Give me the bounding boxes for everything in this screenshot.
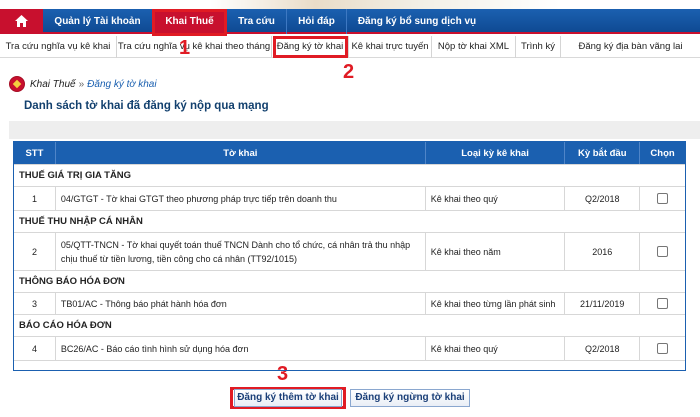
row-select-cell: [640, 337, 685, 360]
nav-lookup[interactable]: Tra cứu: [227, 9, 287, 34]
row-select-checkbox[interactable]: [657, 193, 669, 204]
row-select-cell: [640, 187, 685, 210]
step-number-1: 1: [179, 37, 191, 59]
table-header: STT Tờ khai Loại kỳ kê khai Kỳ bắt đầu C…: [14, 142, 685, 164]
table-footer-spacer: [14, 360, 685, 370]
page-title: Danh sách tờ khai đã đăng ký nộp qua mạn…: [24, 100, 269, 112]
group-header-invoice-report: BÁO CÁO HÓA ĐƠN: [14, 314, 685, 336]
row-stt: 4: [14, 337, 56, 360]
header-banner-strip: [0, 0, 700, 9]
main-nav: Quản lý Tài khoản Khai Thuế Tra cứu Hỏi …: [0, 9, 700, 34]
header-form: Tờ khai: [56, 142, 426, 164]
sub-nav: Tra cứu nghĩa vụ kê khai Tra cứu nghĩa v…: [0, 36, 700, 58]
step-number-2: 2: [343, 61, 355, 83]
table-row: 1 04/GTGT - Tờ khai GTGT theo phương phá…: [14, 186, 685, 210]
row-start-period: 21/11/2019: [565, 293, 641, 314]
group-header-invoice-notice: THÔNG BÁO HÓA ĐƠN: [14, 270, 685, 292]
register-stop-forms-button[interactable]: Đăng ký ngừng tờ khai: [350, 389, 470, 407]
row-stt: 3: [14, 293, 56, 314]
nav-additional-services[interactable]: Đăng ký bổ sung dịch vụ: [347, 9, 487, 34]
highlight-box-step2: [273, 36, 348, 58]
subnav-online-declaration[interactable]: Kê khai trực tuyến: [349, 36, 432, 58]
row-select-cell: [640, 293, 685, 314]
header-stt: STT: [14, 142, 56, 164]
row-form: TB01/AC - Thông báo phát hành hóa đơn: [56, 293, 426, 314]
home-button[interactable]: [0, 9, 43, 34]
row-start-period: Q2/2018: [565, 187, 641, 210]
nav-faq[interactable]: Hỏi đáp: [287, 9, 347, 34]
subnav-temporary-area-registration[interactable]: Đăng ký địa bàn vãng lai: [561, 36, 700, 58]
row-select-checkbox[interactable]: [657, 298, 669, 309]
row-stt: 2: [14, 233, 56, 270]
breadcrumb-current[interactable]: Đăng ký tờ khai: [87, 79, 156, 90]
table-row: 3 TB01/AC - Thông báo phát hành hóa đơn …: [14, 292, 685, 314]
row-start-period: Q2/2018: [565, 337, 641, 360]
group-header-vat: THUẾ GIÁ TRỊ GIA TĂNG: [14, 164, 685, 186]
breadcrumb-section[interactable]: Khai Thuế: [30, 79, 76, 90]
row-period-type: Kê khai theo quý: [426, 337, 566, 360]
header-select: Chọn: [650, 147, 675, 159]
subnav-obligation-lookup[interactable]: Tra cứu nghĩa vụ kê khai: [0, 36, 117, 58]
group-header-pit: THUẾ THU NHẬP CÁ NHÂN: [14, 210, 685, 232]
tax-emblem-icon: [9, 76, 25, 92]
home-icon: [15, 15, 28, 27]
row-select-cell: [640, 233, 685, 270]
subnav-monthly-obligation-lookup[interactable]: Tra cứu nghĩa vụ kê khai theo tháng: [117, 36, 272, 58]
table-row: 4 BC26/AC - Báo cáo tình hình sử dụng hó…: [14, 336, 685, 360]
section-separator: [9, 121, 700, 139]
table-row: 2 05/QTT-TNCN - Tờ khai quyết toán thuế …: [14, 232, 685, 270]
row-form: 05/QTT-TNCN - Tờ khai quyết toán thuế TN…: [56, 233, 426, 270]
row-stt: 1: [14, 187, 56, 210]
subnav-signing[interactable]: Trình ký: [516, 36, 561, 58]
row-period-type: Kê khai theo năm: [426, 233, 566, 270]
header-period-type: Loại kỳ kê khai: [426, 142, 566, 164]
registered-forms-table: STT Tờ khai Loại kỳ kê khai Kỳ bắt đầu C…: [13, 141, 686, 371]
row-select-checkbox[interactable]: [657, 246, 669, 257]
breadcrumb-separator: »: [78, 78, 85, 90]
row-start-period: 2016: [565, 233, 641, 270]
row-period-type: Kê khai theo từng lần phát sinh: [426, 293, 566, 314]
header-start-period: Kỳ bắt đầu: [565, 142, 641, 164]
row-period-type: Kê khai theo quý: [426, 187, 566, 210]
row-form: 04/GTGT - Tờ khai GTGT theo phương pháp …: [56, 187, 426, 210]
subnav-submit-xml[interactable]: Nộp tờ khai XML: [432, 36, 516, 58]
register-more-forms-button[interactable]: Đăng ký thêm tờ khai: [234, 389, 342, 407]
nav-account-management[interactable]: Quản lý Tài khoản: [43, 9, 153, 34]
highlight-box-step1: [152, 9, 227, 36]
row-form: BC26/AC - Báo cáo tình hình sử dụng hóa …: [56, 337, 426, 360]
row-select-checkbox[interactable]: [657, 343, 669, 354]
breadcrumb: Khai Thuế » Đăng ký tờ khai: [9, 76, 157, 92]
